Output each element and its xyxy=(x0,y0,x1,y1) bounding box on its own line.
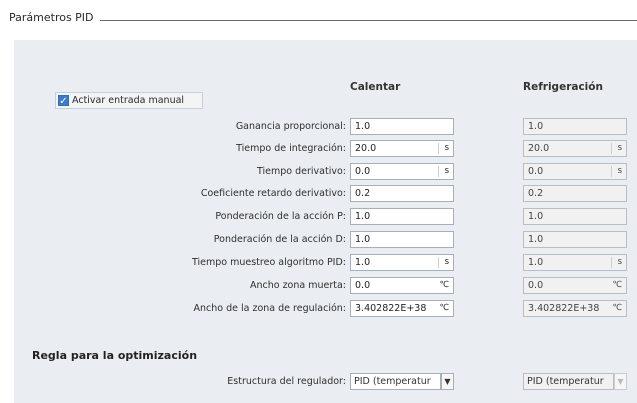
field-value: 0.0 xyxy=(528,166,544,177)
field-value: 1.0 xyxy=(528,257,544,268)
param-row-p-weighting: Ponderación de la acción P: 1.0 1.0 xyxy=(0,208,637,225)
param-label: Ponderación de la acción D: xyxy=(213,234,346,245)
unit-label: ℃ xyxy=(439,303,449,313)
chevron-down-icon[interactable]: ▼ xyxy=(441,373,454,390)
section-divider xyxy=(9,20,637,21)
field-value: 0.0 xyxy=(355,166,371,177)
p-weighting-heat-input[interactable]: 1.0 xyxy=(350,208,454,225)
field-value: 0.0 xyxy=(355,280,371,291)
unit-label: ℃ xyxy=(612,303,622,313)
deadband-width-heat-input[interactable]: 0.0 ℃ xyxy=(350,277,454,294)
param-row-integration-time: Tiempo de integración: 20.0 s 20.0 s xyxy=(0,140,637,157)
param-row-control-zone-width: Ancho de la zona de regulación: 3.402822… xyxy=(0,300,637,317)
unit-label: s xyxy=(444,166,449,176)
integration-time-cool-field: 20.0 s xyxy=(523,140,627,157)
manual-entry-checkbox[interactable]: ✓ Activar entrada manual xyxy=(55,92,203,109)
select-value: PID (temperatur xyxy=(354,376,431,387)
proportional-gain-cool-field: 1.0 xyxy=(523,118,627,135)
unit-label: s xyxy=(444,257,449,267)
chevron-down-icon: ▼ xyxy=(614,373,627,390)
field-value: 1.0 xyxy=(355,121,371,132)
unit-label: ℃ xyxy=(612,280,622,290)
d-weighting-heat-input[interactable]: 1.0 xyxy=(350,231,454,248)
derivative-delay-heat-input[interactable]: 0.2 xyxy=(350,185,454,202)
param-label: Estructura del regulador: xyxy=(227,376,346,387)
p-weighting-cool-field: 1.0 xyxy=(523,208,627,225)
column-header-cool: Refrigeración xyxy=(523,81,603,93)
param-row-derivative-time: Tiempo derivativo: 0.0 s 0.0 s xyxy=(0,163,637,180)
field-value: 1.0 xyxy=(355,234,371,245)
param-row-d-weighting: Ponderación de la acción D: 1.0 1.0 xyxy=(0,231,637,248)
unit-label: s xyxy=(617,257,622,267)
param-label: Ancho zona muerta: xyxy=(249,280,346,291)
param-label: Tiempo muestreo algoritmo PID: xyxy=(192,257,346,268)
sample-time-cool-field: 1.0 s xyxy=(523,254,627,271)
field-value: 3.402822E+38 xyxy=(355,303,427,314)
field-value: 3.402822E+38 xyxy=(528,303,600,314)
field-value: 0.2 xyxy=(355,188,371,199)
control-zone-width-cool-field: 3.402822E+38 ℃ xyxy=(523,300,627,317)
field-value: 1.0 xyxy=(355,211,371,222)
control-zone-width-heat-input[interactable]: 3.402822E+38 ℃ xyxy=(350,300,454,317)
derivative-delay-cool-field: 0.2 xyxy=(523,185,627,202)
manual-entry-label: Activar entrada manual xyxy=(72,95,185,106)
sample-time-heat-input[interactable]: 1.0 s xyxy=(350,254,454,271)
select-value: PID (temperatur xyxy=(527,376,604,387)
param-row-derivative-delay: Coeficiente retardo derivativo: 0.2 0.2 xyxy=(0,185,637,202)
deadband-width-cool-field: 0.0 ℃ xyxy=(523,277,627,294)
d-weighting-cool-field: 1.0 xyxy=(523,231,627,248)
unit-label: s xyxy=(617,143,622,153)
checkmark-icon: ✓ xyxy=(58,95,69,107)
proportional-gain-heat-input[interactable]: 1.0 xyxy=(350,118,454,135)
field-value: 20.0 xyxy=(528,143,550,154)
field-value: 1.0 xyxy=(528,234,544,245)
derivative-time-cool-field: 0.0 s xyxy=(523,163,627,180)
column-header-heat: Calentar xyxy=(350,81,401,93)
field-value: 20.0 xyxy=(355,143,377,154)
param-label: Ancho de la zona de regulación: xyxy=(193,303,346,314)
unit-label: ℃ xyxy=(439,280,449,290)
field-value: 1.0 xyxy=(528,121,544,132)
param-label: Ganancia proporcional: xyxy=(235,121,346,132)
field-value: 0.2 xyxy=(528,188,544,199)
section-title: Parámetros PID xyxy=(9,11,100,24)
param-label: Tiempo derivativo: xyxy=(257,166,346,177)
unit-label: s xyxy=(444,143,449,153)
param-label: Coeficiente retardo derivativo: xyxy=(200,188,346,199)
field-value: 1.0 xyxy=(528,211,544,222)
field-value: 1.0 xyxy=(355,257,371,268)
param-label: Tiempo de integración: xyxy=(236,143,346,154)
param-row-deadband-width: Ancho zona muerta: 0.0 ℃ 0.0 ℃ xyxy=(0,277,637,294)
derivative-time-heat-input[interactable]: 0.0 s xyxy=(350,163,454,180)
optimization-rule-title: Regla para la optimización xyxy=(32,349,198,362)
param-row-sample-time: Tiempo muestreo algoritmo PID: 1.0 s 1.0 s xyxy=(0,254,637,271)
param-label: Ponderación de la acción P: xyxy=(215,211,346,222)
controller-structure-cool-select: PID (temperatur xyxy=(523,373,614,390)
integration-time-heat-input[interactable]: 20.0 s xyxy=(350,140,454,157)
param-row-proportional-gain: Ganancia proporcional: 1.0 1.0 xyxy=(0,118,637,135)
field-value: 0.0 xyxy=(528,280,544,291)
unit-label: s xyxy=(617,166,622,176)
controller-structure-heat-select[interactable]: PID (temperatur xyxy=(350,373,441,390)
